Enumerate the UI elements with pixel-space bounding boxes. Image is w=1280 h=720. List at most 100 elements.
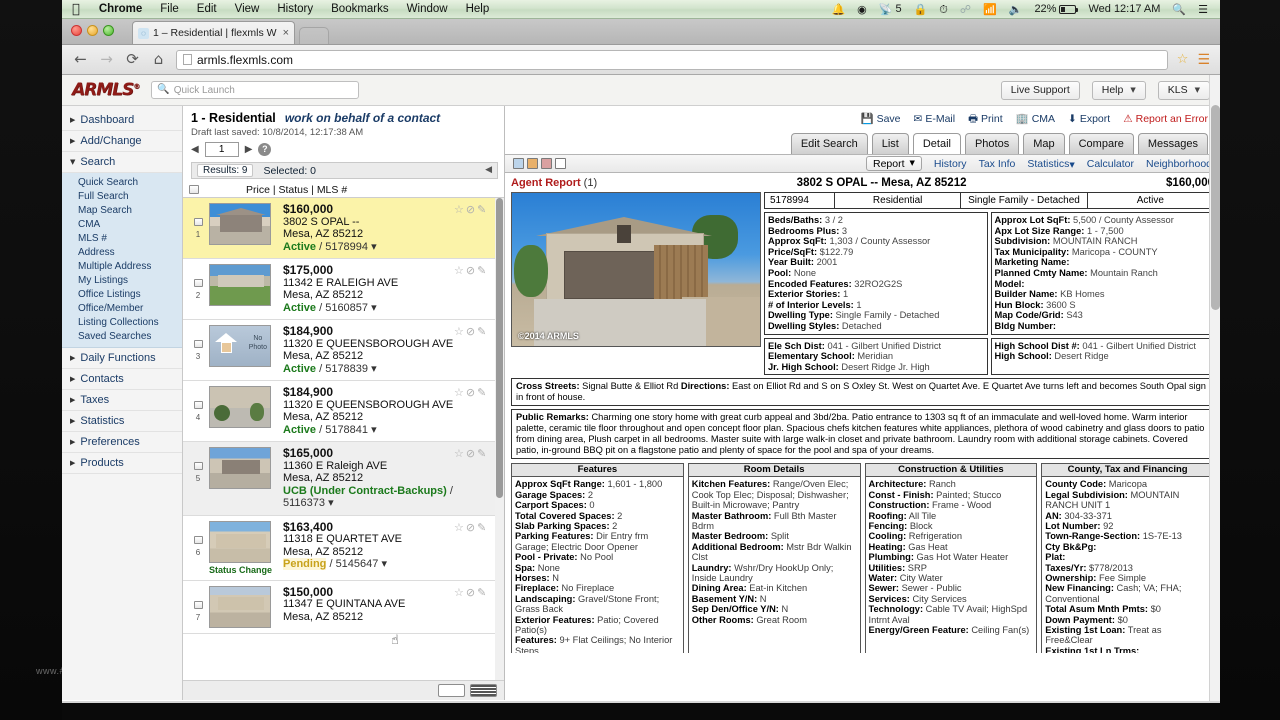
armls-logo[interactable]: ARMLS® bbox=[72, 80, 139, 100]
favorite-star-icon[interactable]: ☆ bbox=[454, 387, 464, 398]
listing-checkbox[interactable] bbox=[194, 279, 203, 287]
property-photo[interactable]: ©2014 ARMLS bbox=[511, 192, 761, 347]
chevron-down-icon[interactable]: ▾ bbox=[371, 362, 377, 375]
sidebar-item-office-listings[interactable]: Office Listings bbox=[62, 287, 182, 301]
chrome-menu-icon[interactable]: ☰ bbox=[1197, 53, 1210, 67]
sidebar-item-search[interactable]: ▼Search bbox=[62, 152, 182, 173]
listing-photo[interactable] bbox=[209, 447, 271, 489]
list-item[interactable]: 3 NoPhoto $184,900 11320 E QUEENSBOROUGH… bbox=[183, 320, 504, 381]
report-dropdown-button[interactable]: Report▼ bbox=[866, 156, 922, 171]
listing-checkbox[interactable] bbox=[194, 401, 203, 409]
page-number-input[interactable]: 1 bbox=[205, 142, 239, 157]
tab-list[interactable]: List bbox=[872, 133, 909, 154]
select-all-checkbox[interactable] bbox=[189, 185, 199, 194]
subtab-statistics[interactable]: Statistics▼ bbox=[1027, 158, 1074, 170]
listing-thumbnail-cell[interactable]: NoPhoto bbox=[209, 325, 279, 375]
listing-select[interactable]: 3 bbox=[187, 325, 209, 375]
listing-select[interactable]: 4 bbox=[187, 386, 209, 436]
tab-photos[interactable]: Photos bbox=[965, 133, 1019, 154]
reload-icon[interactable]: ⟳ bbox=[124, 52, 141, 67]
listing-actions[interactable]: ☆ ⊘ ✎ bbox=[454, 264, 500, 314]
listing-photo[interactable] bbox=[209, 521, 271, 563]
page-scrollbar[interactable] bbox=[1209, 75, 1220, 701]
address-bar[interactable]: armls.flexmls.com bbox=[176, 50, 1168, 70]
notification-center-icon[interactable]: ☰ bbox=[1192, 4, 1214, 15]
no-photo-placeholder-icon[interactable]: NoPhoto bbox=[209, 325, 271, 367]
note-icon[interactable]: ✎ bbox=[477, 448, 486, 459]
tab-detail[interactable]: Detail bbox=[913, 133, 961, 154]
sidebar-item-taxes[interactable]: ▶Taxes bbox=[62, 390, 182, 411]
note-icon[interactable]: ✎ bbox=[477, 587, 486, 598]
listing-thumbnail-cell[interactable] bbox=[209, 203, 279, 253]
sidebar-item-add-change[interactable]: ▶Add/Change bbox=[62, 131, 182, 152]
live-support-button[interactable]: Live Support bbox=[1001, 81, 1080, 100]
favorite-star-icon[interactable]: ☆ bbox=[454, 448, 464, 459]
list-view-icon[interactable] bbox=[470, 684, 497, 697]
agent-report-label[interactable]: Agent Report bbox=[511, 177, 581, 189]
tab-messages[interactable]: Messages bbox=[1138, 133, 1208, 154]
next-page-button[interactable]: ▶ bbox=[245, 145, 253, 155]
page-scrollbar-thumb[interactable] bbox=[1211, 105, 1220, 310]
reject-icon[interactable]: ⊘ bbox=[466, 265, 475, 276]
browser-tab[interactable]: ◌ 1 – Residential | flexmls W × bbox=[132, 21, 295, 44]
sidebar-item-mls-number[interactable]: MLS # bbox=[62, 231, 182, 245]
cma-button[interactable]: 🏢CMA bbox=[1016, 113, 1055, 125]
menu-item-view[interactable]: View bbox=[226, 3, 269, 15]
list-item[interactable]: 2 $175,000 11342 E RALEIGH AVE Mesa, AZ … bbox=[183, 259, 504, 320]
listing-select[interactable]: 7 bbox=[187, 586, 209, 628]
sidebar-item-multiple-address[interactable]: Multiple Address bbox=[62, 259, 182, 273]
menubar-clock[interactable]: Wed 12:17 AM bbox=[1082, 3, 1166, 15]
close-window-button[interactable] bbox=[71, 25, 82, 36]
volume-icon[interactable]: 🔈 bbox=[1003, 4, 1029, 15]
sidebar-item-statistics[interactable]: ▶Statistics bbox=[62, 411, 182, 432]
tab-compare[interactable]: Compare bbox=[1069, 133, 1134, 154]
tab-close-icon[interactable]: × bbox=[283, 27, 289, 39]
apple-icon[interactable]:  bbox=[68, 3, 90, 16]
maximize-window-button[interactable] bbox=[103, 25, 114, 36]
subtab-neighborhood[interactable]: Neighborhood bbox=[1146, 158, 1212, 170]
spotlight-search-icon[interactable]: 🔍 bbox=[1166, 4, 1192, 15]
minimize-window-button[interactable] bbox=[87, 25, 98, 36]
menu-item-help[interactable]: Help bbox=[457, 3, 499, 15]
listing-photo[interactable] bbox=[209, 264, 271, 306]
person-icon[interactable] bbox=[527, 158, 538, 169]
signal-status[interactable]: 📡5 bbox=[873, 3, 908, 15]
favorite-star-icon[interactable]: ☆ bbox=[454, 326, 464, 337]
quick-launch-input[interactable]: 🔍 Quick Launch bbox=[151, 81, 359, 99]
listing-thumbnail-cell[interactable]: Status Change bbox=[209, 521, 279, 575]
reject-icon[interactable]: ⊘ bbox=[466, 587, 475, 598]
sidebar-item-address[interactable]: Address bbox=[62, 245, 182, 259]
listing-select[interactable]: 6 bbox=[187, 521, 209, 575]
menu-item-bookmarks[interactable]: Bookmarks bbox=[322, 3, 398, 15]
new-tab-button[interactable] bbox=[299, 27, 329, 44]
sidebar-item-contacts[interactable]: ▶Contacts bbox=[62, 369, 182, 390]
favorite-star-icon[interactable]: ☆ bbox=[454, 522, 464, 533]
subtab-history[interactable]: History bbox=[934, 158, 967, 170]
sidebar-item-cma[interactable]: CMA bbox=[62, 217, 182, 231]
tab-edit-search[interactable]: Edit Search bbox=[791, 133, 868, 154]
list-item[interactable]: 5 $165,000 11360 E Raleigh AVE Mesa, AZ … bbox=[183, 442, 504, 516]
listing-actions[interactable]: ☆ ⊘ ✎ bbox=[454, 325, 500, 375]
list-item[interactable]: 6 Status Change $163,400 11318 E QUARTET… bbox=[183, 516, 504, 581]
listing-actions[interactable]: ☆ ⊘ ✎ bbox=[454, 521, 500, 575]
listing-actions[interactable]: ☆ ⊘ ✎ bbox=[454, 586, 500, 628]
subtab-calculator[interactable]: Calculator bbox=[1087, 158, 1134, 170]
listing-thumbnail-cell[interactable] bbox=[209, 586, 279, 628]
bell-icon[interactable]: 🔔 bbox=[825, 4, 851, 15]
reject-icon[interactable]: ⊘ bbox=[466, 387, 475, 398]
listing-select[interactable]: 2 bbox=[187, 264, 209, 314]
note-icon[interactable]: ✎ bbox=[477, 204, 486, 215]
battery-status[interactable]: 22% bbox=[1028, 3, 1082, 15]
bluetooth-icon[interactable]: ☍ bbox=[954, 4, 977, 15]
menu-item-edit[interactable]: Edit bbox=[188, 3, 226, 15]
favorite-star-icon[interactable]: ☆ bbox=[454, 265, 464, 276]
home-icon[interactable]: ⌂ bbox=[150, 52, 167, 67]
sidebar-item-daily-functions[interactable]: ▶Daily Functions bbox=[62, 348, 182, 369]
report-error-button[interactable]: ⚠Report an Error bbox=[1123, 113, 1208, 125]
card-view-icon[interactable] bbox=[438, 684, 465, 697]
record-icon[interactable]: ◉ bbox=[851, 4, 873, 15]
subtab-tax-info[interactable]: Tax Info bbox=[979, 158, 1016, 170]
sidebar-item-map-search[interactable]: Map Search bbox=[62, 203, 182, 217]
favorite-star-icon[interactable]: ☆ bbox=[454, 587, 464, 598]
favorite-star-icon[interactable]: ☆ bbox=[454, 204, 464, 215]
